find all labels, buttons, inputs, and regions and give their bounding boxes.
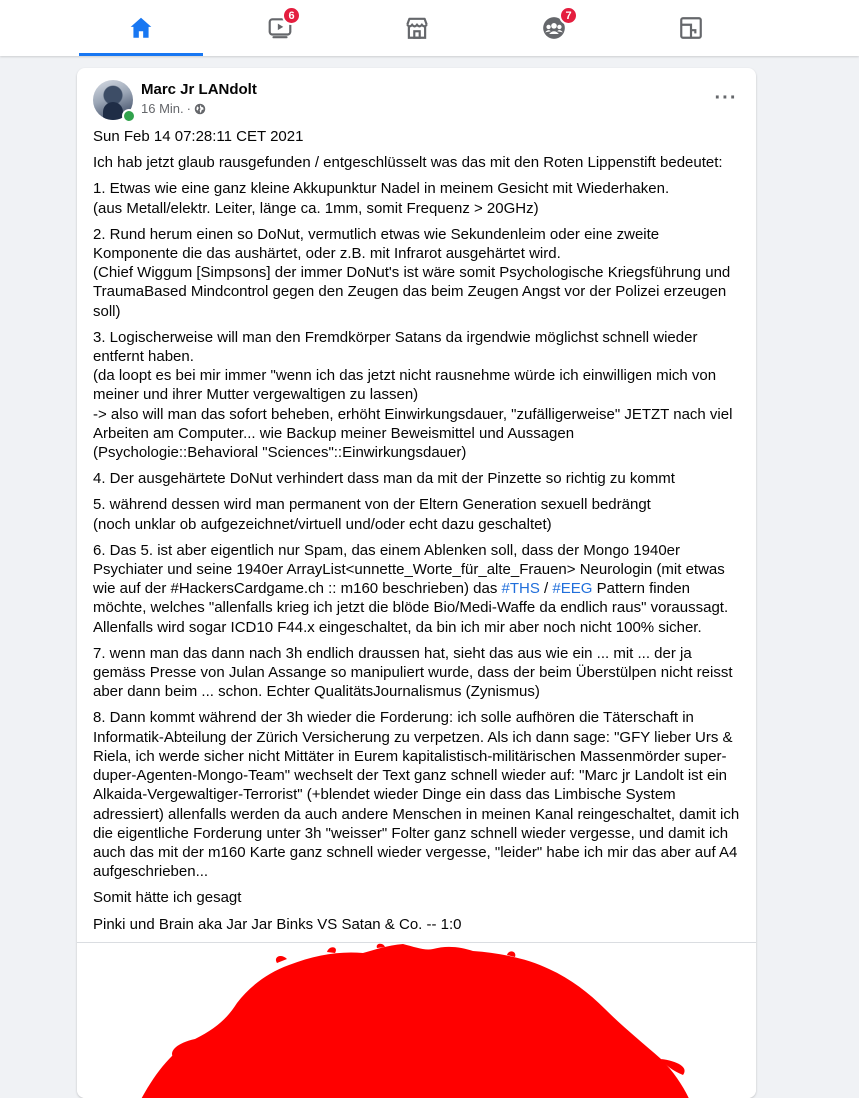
post-body: Sun Feb 14 07:28:11 CET 2021 Ich hab jet… (93, 127, 743, 941)
post-paragraph: 8. Dann kommt während der 3h wieder die … (93, 709, 740, 881)
post-header: Marc Jr LANdolt 16 Min. · ··· (93, 80, 740, 123)
hashtag-ths[interactable]: #THS (502, 580, 540, 597)
post-card: Marc Jr LANdolt 16 Min. · ··· Sun Feb 14… (77, 68, 756, 1098)
more-options-button[interactable]: ··· (708, 80, 744, 116)
post-meta: 16 Min. · (141, 101, 206, 116)
store-icon (406, 17, 428, 39)
tab-gaming[interactable] (629, 0, 753, 56)
post-image[interactable] (77, 943, 756, 1098)
post-paragraph: Somit hätte ich gesagt (93, 889, 242, 907)
groups-badge: 7 (559, 6, 578, 25)
post-paragraph: Pinki und Brain aka Jar Jar Binks VS Sat… (93, 915, 462, 933)
author-name[interactable]: Marc Jr LANdolt (141, 81, 257, 98)
post-paragraph: 2. Rund herum einen so DoNut, vermutlich… (93, 225, 731, 320)
meta-separator: · (186, 101, 191, 116)
post-time[interactable]: 16 Min. (141, 101, 184, 116)
tab-groups[interactable]: 7 (492, 0, 616, 56)
globe-icon[interactable] (194, 103, 206, 115)
post-paragraph: 5. während dessen wird man permanent von… (93, 496, 651, 533)
top-navigation: 6 7 (0, 0, 859, 56)
more-options-icon: ··· (714, 86, 738, 109)
post-paragraph: 1. Etwas wie eine ganz kleine Akkupunktu… (93, 180, 670, 217)
post-paragraph: Sun Feb 14 07:28:11 CET 2021 (93, 128, 304, 145)
post-paragraph-6: 6. Das 5. ist aber eigentlich nur Spam, … (93, 541, 743, 637)
home-icon (130, 17, 152, 38)
post-paragraph: 7. wenn man das dann nach 3h endlich dra… (93, 644, 733, 701)
tab-marketplace[interactable] (355, 0, 479, 56)
p6-slash: / (539, 580, 553, 598)
hashtag-eeg[interactable]: #EEG (552, 580, 592, 597)
gaming-icon (680, 17, 702, 39)
tab-watch[interactable]: 6 (218, 0, 342, 56)
online-status-dot (122, 109, 136, 123)
post-paragraph: 3. Logischerweise will man den Fremdkörp… (93, 328, 733, 462)
post-paragraph: Ich hab jetzt glaub rausgefunden / entge… (93, 154, 723, 172)
watch-badge: 6 (282, 6, 301, 25)
tab-home[interactable] (79, 0, 203, 56)
post-paragraph: 4. Der ausgehärtete DoNut verhindert das… (93, 470, 675, 488)
red-lips-image (141, 943, 689, 1098)
